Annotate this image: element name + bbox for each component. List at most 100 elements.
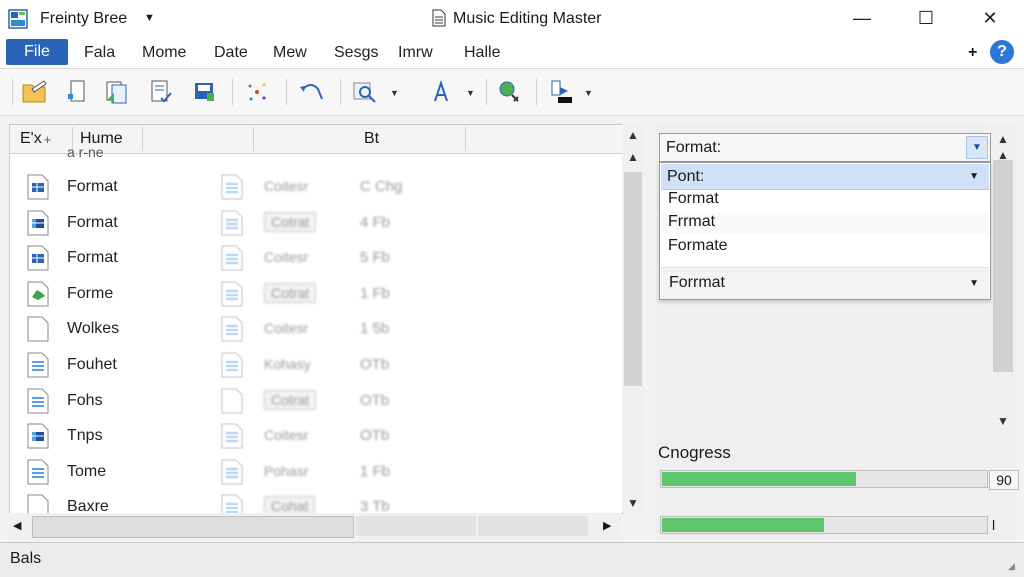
table-row[interactable]: Format Cotrat 4 Fb: [10, 205, 622, 241]
maximize-button[interactable]: ☐: [900, 0, 952, 37]
status-text: Bals: [10, 550, 42, 567]
open-folder-icon[interactable]: [20, 77, 50, 107]
file-size: 3 Tb: [360, 498, 390, 514]
status-bar: Bals ◢: [0, 542, 1024, 577]
file-type: Coitesr: [264, 178, 309, 194]
list-scroll-thumb[interactable]: [624, 172, 642, 386]
file-icon: [26, 210, 50, 236]
file-size: C Chg: [360, 178, 403, 195]
scroll-down-icon[interactable]: ▼: [990, 414, 1016, 428]
file-type-icon: [220, 281, 244, 307]
file-type-icon: [220, 423, 244, 449]
app-icon[interactable]: [8, 9, 28, 29]
format-combobox[interactable]: Format: ▼: [659, 133, 991, 162]
fill-color-icon[interactable]: [546, 77, 576, 107]
file-icon: [26, 316, 50, 342]
progress-value-1: 90: [989, 470, 1019, 490]
scroll-left-icon[interactable]: ◀: [13, 519, 21, 532]
text-style-icon[interactable]: [426, 77, 456, 107]
table-row[interactable]: Tnps Coitesr OTb: [10, 418, 622, 454]
file-icon: [26, 459, 50, 485]
file-type-icon: [220, 174, 244, 200]
file-type-icon: [220, 316, 244, 342]
file-name: Format: [67, 249, 118, 267]
app-menu-dropdown-icon[interactable]: ▼: [144, 12, 155, 24]
menu-item-1[interactable]: Fala: [84, 44, 115, 62]
add-button[interactable]: +: [968, 44, 977, 62]
progress-fill: [662, 518, 824, 532]
progress-fill: [662, 472, 856, 486]
format-panel-scroll-thumb[interactable]: [993, 160, 1013, 372]
file-type: Coitesr: [264, 320, 309, 337]
file-size: OTb: [360, 356, 390, 373]
file-size: 1 Fb: [360, 284, 391, 302]
file-size: 1 Fb: [360, 462, 391, 480]
help-icon[interactable]: ?: [990, 40, 1014, 64]
horizontal-scroll-thumb[interactable]: [32, 516, 354, 538]
table-row[interactable]: Fohs Cotrat OTb: [10, 383, 622, 419]
close-button[interactable]: ✕: [964, 0, 1016, 37]
scroll-up-icon[interactable]: ▲: [622, 128, 644, 142]
table-row[interactable]: Fouhet Kohasy OTb: [10, 347, 622, 383]
menu-item-2[interactable]: Mome: [142, 44, 186, 62]
file-size: 1 5b: [360, 320, 390, 338]
menu-item-6[interactable]: Imrw: [398, 44, 433, 62]
list-item-partial[interactable]: a r-ne: [10, 144, 622, 161]
text-style-dropdown-icon[interactable]: ▼: [466, 88, 475, 98]
scroll-up-icon[interactable]: ▲: [990, 132, 1016, 146]
menu-file[interactable]: File: [6, 39, 68, 65]
progress-value-2: l: [992, 517, 996, 533]
format-dropdown-list: Pont: ▼ Format Frrmat Formate Forrmat ▼: [659, 162, 991, 300]
dropdown-item[interactable]: Format: [668, 190, 719, 208]
table-row[interactable]: Wolkes Coitesr 1 5b: [10, 311, 622, 347]
file-type: Cotrat: [264, 282, 317, 303]
zoom-icon[interactable]: [350, 77, 380, 107]
table-row[interactable]: Forme Cotrat 1 Fb: [10, 276, 622, 312]
close-icon: ✕: [982, 8, 998, 28]
copy-document-icon[interactable]: [102, 77, 132, 107]
dropdown-item[interactable]: Formate: [668, 237, 728, 255]
dropdown-item-font[interactable]: Pont: ▼: [661, 164, 989, 190]
table-row[interactable]: Format Coitesr 5 Fb: [10, 240, 622, 276]
table-row[interactable]: Baxre Cohat 3 Tb: [10, 489, 622, 514]
new-document-icon[interactable]: [62, 77, 92, 107]
file-name: Format: [67, 213, 118, 231]
check-document-icon[interactable]: [146, 77, 176, 107]
scroll-up-icon[interactable]: ▲: [622, 150, 644, 164]
file-size: 5 Fb: [360, 249, 391, 267]
file-type: Coitesr: [264, 249, 309, 266]
chevron-down-icon[interactable]: ▼: [966, 136, 988, 159]
file-size: OTb: [360, 391, 390, 409]
menu-item-7[interactable]: Halle: [464, 44, 500, 62]
zoom-dropdown-icon[interactable]: ▼: [390, 88, 399, 98]
file-type-icon: [220, 245, 244, 271]
dropdown-item-expandable[interactable]: Forrmat ▼: [661, 267, 989, 299]
toolbar-separator: [12, 79, 13, 105]
file-icon: [26, 423, 50, 449]
file-type: Pohasr: [264, 462, 309, 479]
file-name: Tnps: [67, 427, 103, 445]
sparkle-effects-icon[interactable]: [242, 77, 272, 107]
file-list-panel: E'x + Hume Bt a r-ne Format Coitesr C Chg Fo…: [9, 124, 623, 514]
fill-color-dropdown-icon[interactable]: ▼: [584, 88, 593, 98]
globe-user-icon[interactable]: [494, 77, 524, 107]
undo-arrow-icon[interactable]: [296, 77, 326, 107]
file-name: Forme: [67, 284, 114, 302]
save-icon[interactable]: [190, 77, 220, 107]
toolbar-separator: [286, 79, 287, 105]
table-row[interactable]: Tome Pohasr 1 Fb: [10, 454, 622, 490]
progress-bar-1: [660, 470, 988, 488]
scroll-right-icon[interactable]: ▶: [603, 519, 611, 532]
file-icon: [26, 281, 50, 307]
file-icon: [26, 388, 50, 414]
toolbar-separator: [486, 79, 487, 105]
scroll-down-icon[interactable]: ▼: [622, 496, 644, 510]
menu-item-5[interactable]: Sesgs: [334, 44, 378, 62]
chevron-down-icon: ▼: [969, 278, 979, 289]
toolbar-separator: [232, 79, 233, 105]
resize-grip-icon[interactable]: ◢: [1008, 561, 1018, 571]
table-row[interactable]: Format Coitesr C Chg: [10, 169, 622, 205]
menu-item-4[interactable]: Mew: [273, 44, 307, 62]
minimize-button[interactable]: —: [836, 0, 888, 37]
menu-item-3[interactable]: Date: [214, 44, 248, 62]
